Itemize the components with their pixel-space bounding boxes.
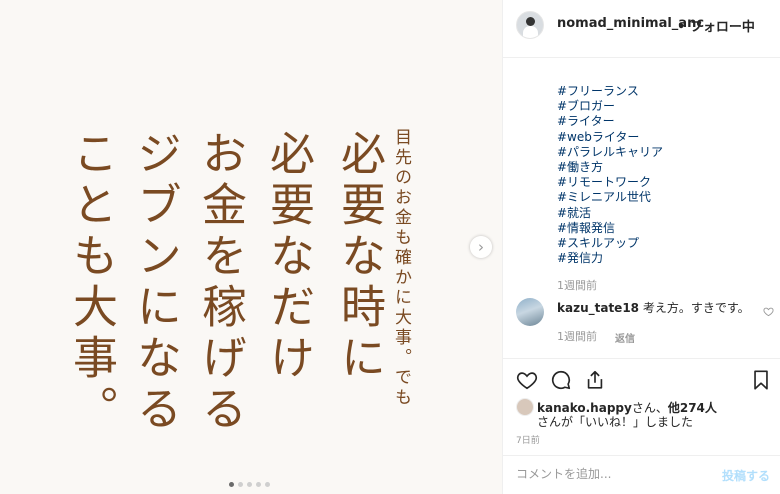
- carousel-dot: [229, 482, 234, 487]
- image-text-line-6: ことも大事。: [65, 130, 118, 436]
- post-comment-button[interactable]: 投稿する: [722, 467, 770, 484]
- hashtag-link[interactable]: #就活: [557, 206, 663, 221]
- likes-summary-line2: さんが「いいね！」しました: [537, 415, 694, 429]
- chevron-right-icon: ›: [478, 237, 484, 256]
- image-text-line-3: 必要なだけ: [262, 130, 315, 385]
- bookmark-icon[interactable]: [750, 369, 772, 391]
- commenter-username[interactable]: kazu_tate18: [557, 301, 639, 315]
- reply-button[interactable]: 返信: [615, 330, 635, 345]
- hashtag-link[interactable]: #フリーランス: [557, 84, 663, 99]
- carousel-dot: [238, 482, 243, 487]
- comment-input[interactable]: [516, 467, 706, 481]
- liker-avatar[interactable]: [516, 398, 534, 416]
- carousel-indicator: [229, 482, 270, 487]
- hashtag-link[interactable]: #スキルアップ: [557, 236, 663, 251]
- hashtag-link[interactable]: #ミレニアル世代: [557, 190, 663, 205]
- hashtag-link[interactable]: #働き方: [557, 160, 663, 175]
- divider: [503, 358, 780, 359]
- author-avatar[interactable]: [516, 11, 544, 39]
- hashtag-link[interactable]: #webライター: [557, 130, 663, 145]
- post-header: nomad_minimal_anc • フォロー中: [503, 0, 780, 58]
- hashtag-link[interactable]: #ライター: [557, 114, 663, 129]
- caption-hashtags: #フリーランス #ブロガー #ライター #webライター #パラレルキャリア #…: [557, 84, 663, 266]
- comment-text: kazu_tate18 考え方。すきです。: [557, 299, 750, 316]
- image-text-line-5: ジブンになる: [129, 130, 182, 436]
- hashtag-link[interactable]: #発信力: [557, 251, 663, 266]
- divider: [503, 455, 780, 456]
- post-image: 目先のお金も確かに大事。でも 必要な時に 必要なだけ お金を稼げる ジブンになる…: [0, 0, 502, 494]
- commenter-avatar[interactable]: [516, 298, 544, 326]
- heart-icon[interactable]: [516, 369, 538, 391]
- comment-body: 考え方。すきです。: [639, 301, 750, 315]
- next-image-button[interactable]: ›: [470, 236, 492, 258]
- hashtag-link[interactable]: #パラレルキャリア: [557, 145, 663, 160]
- carousel-dot: [256, 482, 261, 487]
- caption-timestamp: 1週間前: [557, 279, 597, 292]
- comment-timestamp: 1週間前: [557, 330, 597, 343]
- following-status-button[interactable]: • フォロー中: [677, 16, 755, 35]
- comment-icon[interactable]: [550, 369, 572, 391]
- carousel-dot: [265, 482, 270, 487]
- comment-like-heart-icon[interactable]: [763, 306, 774, 317]
- post-date: 7日前: [516, 436, 540, 446]
- share-icon[interactable]: [584, 369, 606, 391]
- carousel-dot: [247, 482, 252, 487]
- hashtag-link[interactable]: #ブロガー: [557, 99, 663, 114]
- image-text-line-1: 目先のお金も確かに大事。でも: [391, 128, 411, 408]
- image-text-line-4: お金を稼げる: [194, 130, 247, 436]
- post-side-panel: nomad_minimal_anc • フォロー中 #フリーランス #ブロガー …: [502, 0, 780, 494]
- image-text-line-2: 必要な時に: [333, 130, 386, 385]
- hashtag-link[interactable]: #情報発信: [557, 221, 663, 236]
- hashtag-link[interactable]: #リモートワーク: [557, 175, 663, 190]
